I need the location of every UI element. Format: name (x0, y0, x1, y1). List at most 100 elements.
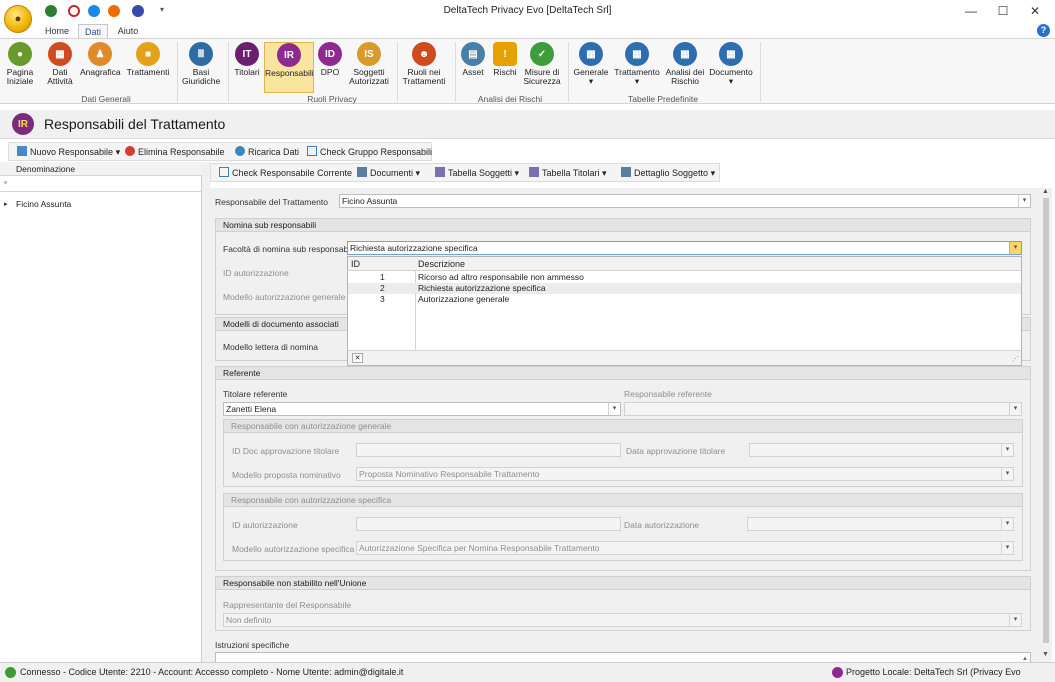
close-button[interactable]: ✕ (1020, 2, 1050, 20)
chevron-down-icon[interactable]: ▾ (1001, 542, 1013, 554)
chevron-down-icon[interactable]: ▾ (1009, 242, 1021, 254)
ribbon-responsabili-button[interactable]: IR Responsabili (264, 42, 314, 93)
tabella-soggetti-button[interactable]: Tabella Soggetti ▾ (435, 167, 519, 179)
vertical-scrollbar[interactable]: ▲ ▼ (1040, 188, 1052, 662)
chevron-down-icon[interactable]: ▾ (1001, 444, 1013, 456)
tab-dati[interactable]: Dati (78, 24, 108, 38)
section-header: Responsabile con autorizzazione specific… (224, 494, 1022, 507)
law-icon: Ⅲ (189, 42, 213, 66)
popup-col-id[interactable]: ID (351, 259, 360, 269)
ribbon-anagrafica-button[interactable]: ♟ Anagrafica (80, 42, 121, 77)
dettaglio-soggetto-button[interactable]: Dettaglio Soggetto ▾ (621, 167, 715, 179)
rappresentante-select[interactable]: Non definito ▾ (223, 613, 1022, 627)
facolta-dropdown-popup: ID Descrizione 1 Ricorso ad altro respons… (347, 256, 1022, 366)
list-item[interactable]: 1 Ricorso ad altro responsabile non ammes… (348, 272, 1021, 283)
modello-spec-label: Modello autorizzazione specifica (232, 544, 355, 554)
ribbon-documento-button[interactable]: ▦ Documento ▾ (709, 42, 753, 86)
resize-grip-icon[interactable]: ⋰ (1012, 355, 1019, 363)
app-menu-button[interactable]: ● (4, 5, 32, 33)
refresh-icon (235, 146, 245, 156)
panel-splitter[interactable] (202, 162, 210, 662)
popup-footer: ✕ ⋰ (348, 350, 1021, 365)
page-title: Responsabili del Trattamento (44, 116, 226, 132)
list-item[interactable]: 3 Autorizzazione generale (348, 294, 1021, 305)
person-icon: ♟ (88, 42, 112, 66)
scroll-down-icon[interactable]: ▼ (1042, 651, 1049, 658)
chevron-down-icon[interactable]: ▾ (1009, 614, 1021, 626)
maximize-button[interactable]: ☐ (988, 2, 1018, 20)
id-autorizzazione-spec-field[interactable] (356, 517, 621, 531)
row-indicator-icon: ▸ (4, 201, 8, 208)
ribbon-pagina-iniziale-button[interactable]: ● Pagina Iniziale (3, 42, 37, 86)
ribbon-misure-button[interactable]: ✓ Misure di Sicurezza (522, 42, 562, 86)
section-header: Nomina sub responsabili (216, 219, 1030, 232)
check-current-button[interactable]: Check Responsabile Corrente (219, 167, 352, 179)
group-divider (455, 42, 456, 102)
ribbon-generale-button[interactable]: ▦ Generale ▾ (573, 42, 609, 86)
minimize-button[interactable]: — (956, 2, 986, 20)
data-autorizzazione-field[interactable]: ▾ (747, 517, 1014, 531)
tabella-titolari-button[interactable]: Tabella Titolari ▾ (529, 167, 607, 179)
titolare-referente-label: Titolare referente (223, 389, 288, 399)
status-project-text: Progetto Locale: DeltaTech Srl (Privacy … (846, 667, 1021, 677)
ribbon-analisi-rischio-button[interactable]: ▦ Analisi dei Rischio (664, 42, 706, 86)
grid-filter-row[interactable]: ᵩ (0, 176, 202, 192)
id-doc-field[interactable] (356, 443, 621, 457)
ribbon-titolari-button[interactable]: IT Titolari (232, 42, 262, 77)
grid-column-header[interactable]: Denominazione (0, 162, 202, 176)
connected-icon (5, 667, 16, 678)
ribbon-rischi-button[interactable]: ! Rischi (492, 42, 518, 77)
modello-proposta-label: Modello proposta nominativo (232, 470, 341, 480)
section-header: Responsabile non stabilito nell'Unione (216, 577, 1030, 590)
ribbon-dati-attivita-button[interactable]: ▦ Dati Attività (42, 42, 78, 86)
titolari-icon: IT (235, 42, 259, 66)
ribbon-trattamento-button[interactable]: ▦ Trattamento ▾ (614, 42, 660, 86)
new-responsabile-button[interactable]: Nuovo Responsabile ▾ (17, 146, 120, 158)
table-icon: ▦ (719, 42, 743, 66)
check-icon (219, 167, 229, 177)
istruzioni-field[interactable]: ▲ (215, 652, 1031, 662)
group-divider (228, 42, 229, 102)
chevron-down-icon[interactable]: ▾ (1001, 468, 1013, 480)
facolta-select[interactable]: Richiesta autorizzazione specifica ▾ (347, 241, 1022, 255)
ribbon-trattamenti-button[interactable]: ■ Trattamenti (126, 42, 170, 77)
group-divider (177, 42, 178, 102)
responsabili-icon: IR (277, 43, 301, 67)
reload-button[interactable]: Ricarica Dati (235, 146, 299, 158)
modello-spec-select[interactable]: Autorizzazione Specifica per Nomina Resp… (356, 541, 1014, 555)
tab-aiuto[interactable]: Aiuto (112, 24, 144, 38)
modello-proposta-select[interactable]: Proposta Nominativo Responsabile Trattam… (356, 467, 1014, 481)
scrollbar-thumb[interactable] (1043, 198, 1049, 643)
check-group-button[interactable]: Check Gruppo Responsabili (307, 146, 432, 158)
popup-col-descrizione[interactable]: Descrizione (418, 259, 465, 269)
delete-icon (125, 146, 135, 156)
ribbon-basi-giuridiche-button[interactable]: Ⅲ Basi Giuridiche (182, 42, 220, 86)
responsabile-label: Responsabile del Trattamento (215, 197, 328, 207)
group-label-ruoli-privacy: Ruoli Privacy (307, 94, 357, 104)
ribbon-tabs: Home Dati Aiuto (0, 24, 1055, 38)
ribbon-asset-button[interactable]: ▤ Asset (460, 42, 486, 77)
chevron-down-icon[interactable]: ▾ (1018, 195, 1030, 207)
chevron-down-icon[interactable]: ▾ (1001, 518, 1013, 530)
delete-responsabile-button[interactable]: Elimina Responsabile (125, 146, 225, 158)
data-approvazione-field[interactable]: ▾ (749, 443, 1014, 457)
chevron-down-icon[interactable]: ▾ (1009, 403, 1021, 415)
section-header: Referente (216, 367, 1030, 380)
ribbon-dpo-button[interactable]: ID DPO (318, 42, 342, 77)
tab-home[interactable]: Home (40, 24, 74, 38)
chevron-down-icon[interactable]: ▾ (608, 403, 620, 415)
ribbon-ruoli-trattamenti-button[interactable]: ☻ Ruoli nei Trattamenti (401, 42, 447, 86)
table-row[interactable]: ▸ Ficino Assunta (0, 197, 202, 212)
responsabile-referente-select[interactable]: ▾ (624, 402, 1022, 416)
scroll-up-icon[interactable]: ▲ (1022, 653, 1028, 662)
list-item[interactable]: 2 Richiesta autorizzazione specifica (348, 283, 1021, 294)
scroll-up-icon[interactable]: ▲ (1042, 188, 1049, 195)
warning-icon: ! (493, 42, 517, 66)
clear-icon[interactable]: ✕ (352, 353, 363, 363)
help-icon[interactable]: ? (1037, 24, 1050, 37)
responsabile-select[interactable]: Ficino Assunta ▾ (339, 194, 1031, 208)
documents-button[interactable]: Documenti ▾ (357, 167, 420, 179)
titolare-referente-select[interactable]: Zanetti Elena ▾ (223, 402, 621, 416)
group-label-tabelle-predefinite: Tabelle Predefinite (628, 94, 698, 104)
ribbon-soggetti-autorizzati-button[interactable]: IS Soggetti Autorizzati (348, 42, 390, 86)
